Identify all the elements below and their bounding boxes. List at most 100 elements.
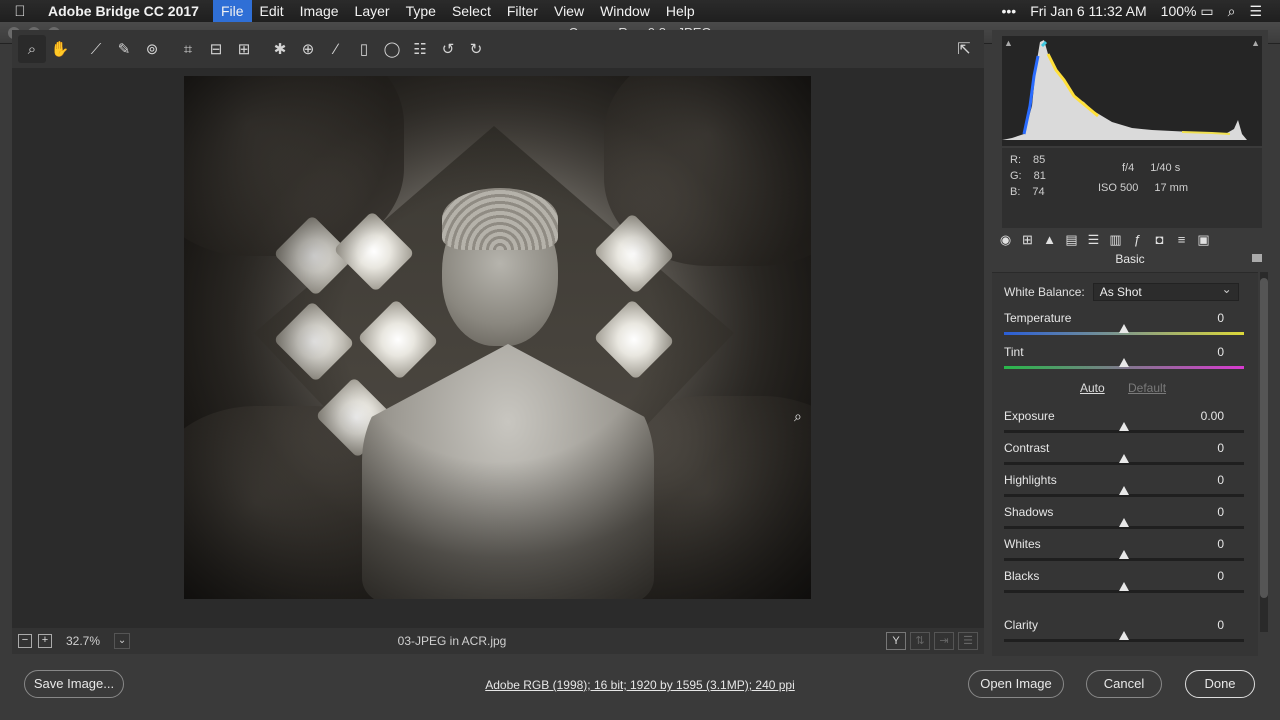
g-label: G: [1010, 170, 1022, 182]
slider-value[interactable]: 0 [1174, 345, 1224, 359]
split-toning-tab-icon[interactable]: ☰ [1084, 230, 1103, 249]
straighten-tool-icon[interactable]: ⊟ [202, 35, 230, 63]
shadow-clipping-icon[interactable]: ▲ [1004, 38, 1013, 48]
clock[interactable]: Fri Jan 6 11:32 AM [1030, 3, 1146, 19]
slider-value[interactable]: 0 [1174, 473, 1224, 487]
menu-help[interactable]: Help [658, 0, 703, 22]
r-value: 85 [1033, 154, 1046, 166]
open-image-button[interactable]: Open Image [968, 670, 1064, 698]
app-menu[interactable]: Adobe Bridge CC 2017 [40, 3, 207, 19]
rotate-cw-icon[interactable]: ↻ [462, 35, 490, 63]
menu-image[interactable]: Image [292, 0, 347, 22]
vignette [184, 76, 811, 599]
histogram: ▲ ▲ [1002, 36, 1262, 146]
detail-tab-icon[interactable]: ▲ [1040, 230, 1059, 249]
graduated-filter-icon[interactable]: ▯ [350, 35, 378, 63]
presets-tab-icon[interactable]: ≡ [1172, 230, 1191, 249]
whites-slider[interactable]: Whites 0 [1004, 537, 1244, 567]
notification-center-icon[interactable]: ☰ [1249, 3, 1262, 20]
toggle-fullscreen-icon[interactable]: ⇱ [950, 35, 978, 63]
hand-tool-icon[interactable]: ✋ [46, 35, 74, 63]
bottom-bar: Save Image... Adobe RGB (1998); 16 bit; … [0, 634, 1280, 698]
lens-corrections-tab-icon[interactable]: ▥ [1106, 230, 1125, 249]
highlight-clipping-icon[interactable]: ▲ [1251, 38, 1260, 48]
temperature-slider[interactable]: Temperature 0 [1004, 311, 1244, 341]
cancel-button[interactable]: Cancel [1086, 670, 1162, 698]
slider-thumb[interactable] [1119, 324, 1129, 333]
menu-type[interactable]: Type [398, 0, 444, 22]
tint-slider[interactable]: Tint 0 [1004, 345, 1244, 375]
scrollbar-thumb[interactable] [1260, 278, 1268, 598]
g-value: 81 [1033, 170, 1046, 182]
slider-label: Whites [1004, 537, 1041, 551]
slider-value[interactable]: 0 [1174, 569, 1224, 583]
slider-thumb[interactable] [1119, 358, 1129, 367]
hsl-tab-icon[interactable]: ▤ [1062, 230, 1081, 249]
menu-edit[interactable]: Edit [252, 0, 292, 22]
zoom-tool-icon[interactable]: ⌕ [18, 35, 46, 63]
highlights-slider[interactable]: Highlights 0 [1004, 473, 1244, 503]
red-eye-tool-icon[interactable]: ⊕ [294, 35, 322, 63]
save-image-button[interactable]: Save Image... [24, 670, 124, 698]
slider-label: Exposure [1004, 409, 1055, 423]
slider-label: Tint [1004, 345, 1024, 359]
contrast-slider[interactable]: Contrast 0 [1004, 441, 1244, 471]
slider-thumb[interactable] [1119, 582, 1129, 591]
exposure-slider[interactable]: Exposure 0.00 [1004, 409, 1244, 439]
radial-filter-icon[interactable]: ◯ [378, 35, 406, 63]
apple-icon[interactable]:  [0, 3, 40, 20]
workflow-options-link[interactable]: Adobe RGB (1998); 16 bit; 1920 by 1595 (… [380, 678, 900, 692]
slider-value[interactable]: 0 [1174, 618, 1224, 632]
r-label: R: [1010, 154, 1021, 166]
battery-status[interactable]: 100% ▭ [1161, 3, 1214, 20]
menu-window[interactable]: Window [592, 0, 658, 22]
crop-tool-icon[interactable]: ⌗ [174, 35, 202, 63]
adjustment-brush-icon[interactable]: ∕ [322, 35, 350, 63]
white-balance-select[interactable]: As Shot [1092, 281, 1239, 301]
blacks-slider[interactable]: Blacks 0 [1004, 569, 1244, 599]
menu-filter[interactable]: Filter [499, 0, 546, 22]
camera-calibration-tab-icon[interactable]: ◘ [1150, 230, 1169, 249]
menu-select[interactable]: Select [444, 0, 499, 22]
slider-value[interactable]: 0 [1174, 505, 1224, 519]
battery-icon: ▭ [1200, 2, 1214, 19]
spot-removal-tool-icon[interactable]: ✱ [266, 35, 294, 63]
default-link[interactable]: Default [1128, 381, 1166, 395]
white-balance-tool-icon[interactable]: ⟋ [82, 35, 110, 63]
done-button[interactable]: Done [1185, 670, 1255, 698]
slider-thumb[interactable] [1119, 422, 1129, 431]
info-readout: R: 85 G: 81 B: 74 f/4 1/40 s ISO 500 17 mm [1002, 148, 1262, 228]
panel-menu-icon[interactable] [1252, 254, 1262, 262]
spotlight-search-icon[interactable]: ⌕ [1228, 3, 1236, 20]
slider-value[interactable]: 0 [1174, 311, 1224, 325]
slider-thumb[interactable] [1119, 550, 1129, 559]
targeted-adjustment-tool-icon[interactable]: ⊚ [138, 35, 166, 63]
menu-layer[interactable]: Layer [347, 0, 398, 22]
slider-label: Temperature [1004, 311, 1072, 325]
rotate-ccw-icon[interactable]: ↺ [434, 35, 462, 63]
preferences-icon[interactable]: ☷ [406, 35, 434, 63]
slider-value[interactable]: 0.00 [1174, 409, 1224, 423]
slider-value[interactable]: 0 [1174, 537, 1224, 551]
shadows-slider[interactable]: Shadows 0 [1004, 505, 1244, 535]
panel-scrollbar[interactable] [1260, 272, 1268, 632]
tool-bar: ⌕ ✋ ⟋ ✎ ⊚ ⌗ ⊟ ⊞ ✱ ⊕ ∕ ▯ ◯ ☷ ↺ ↻ ⇱ [12, 30, 984, 68]
effects-tab-icon[interactable]: ƒ [1128, 230, 1147, 249]
auto-link[interactable]: Auto [1080, 381, 1105, 395]
more-icon[interactable]: ••• [1001, 3, 1016, 19]
aperture: f/4 [1122, 162, 1135, 174]
white-balance-label: White Balance: [1004, 285, 1085, 299]
snapshots-tab-icon[interactable]: ▣ [1194, 230, 1213, 249]
tone-curve-tab-icon[interactable]: ⊞ [1018, 230, 1037, 249]
transform-tool-icon[interactable]: ⊞ [230, 35, 258, 63]
basic-tab-icon[interactable]: ◉ [996, 230, 1015, 249]
menu-file[interactable]: File [212, 0, 252, 22]
color-sampler-tool-icon[interactable]: ✎ [110, 35, 138, 63]
slider-value[interactable]: 0 [1174, 441, 1224, 455]
slider-thumb[interactable] [1119, 454, 1129, 463]
image-preview[interactable]: ⌕ [12, 68, 984, 628]
photo-buddha [184, 76, 811, 599]
menu-view[interactable]: View [546, 0, 592, 22]
slider-thumb[interactable] [1119, 486, 1129, 495]
slider-thumb[interactable] [1119, 518, 1129, 527]
